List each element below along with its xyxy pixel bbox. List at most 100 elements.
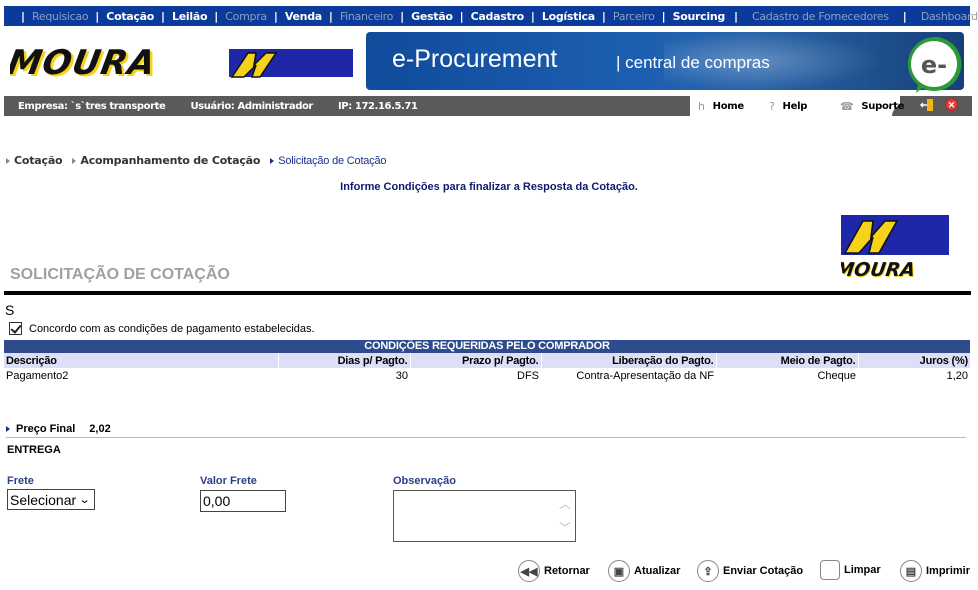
scroll-down-icon[interactable]: ﹀	[559, 519, 571, 536]
status-letter: S	[5, 302, 15, 318]
session-info: Empresa: `s`tres transporte Usuário: Adm…	[8, 96, 692, 116]
nav-separator: |	[902, 9, 907, 23]
title-divider	[4, 291, 971, 295]
valor-frete-input[interactable]: 0,00	[200, 490, 286, 512]
home-link[interactable]: h Home	[698, 96, 744, 116]
moura-logo: MOURA MOURA	[10, 45, 353, 81]
moura-wordmark: MOURA MOURA	[10, 45, 162, 81]
svg-text:MOURA: MOURA	[841, 258, 917, 279]
close-icon[interactable]: ✕	[945, 98, 958, 111]
agree-checkbox[interactable]	[9, 322, 22, 335]
agree-conditions[interactable]: Concordo com as condições de pagamento e…	[9, 322, 315, 335]
save-icon: ▣	[608, 560, 630, 582]
breadcrumb-acompanhamento[interactable]: Acompanhamento de Cotação	[72, 154, 260, 167]
breadcrumb-solicitacao[interactable]: Solicitação de Cotação	[270, 154, 387, 167]
banner-subtitle: | central de compras	[616, 53, 770, 72]
e-badge-icon: e-	[907, 36, 962, 93]
chevron-down-icon: ⌄	[78, 494, 91, 506]
final-price: Preço Final 2,02	[6, 423, 111, 435]
imprimir-label: Imprimir	[926, 565, 971, 577]
page-title: SOLICITAÇÃO DE COTAÇÃO	[10, 266, 230, 283]
retornar-label: Retornar	[544, 565, 590, 577]
nav-item-financeiro[interactable]: Financeiro	[340, 10, 393, 23]
cell-prazo: DFS	[517, 369, 539, 382]
usuario-info: Usuário: Administrador	[190, 100, 313, 112]
help-link[interactable]: ? Help	[769, 96, 807, 116]
frete-select[interactable]: Selecionar ⌄	[7, 489, 95, 510]
nav-item-gestao[interactable]: Gestão	[411, 10, 453, 23]
limpar-label: Limpar	[844, 564, 881, 576]
print-icon: ▤	[900, 560, 922, 582]
breadcrumb-cotacao[interactable]: Cotação	[6, 154, 63, 167]
logout-icon[interactable]	[920, 98, 934, 112]
scroll-up-icon[interactable]: ︿	[559, 495, 571, 512]
nav-item-cadastro[interactable]: Cadastro	[471, 10, 524, 23]
help-icon: ?	[769, 99, 775, 113]
nav-separator: |	[161, 9, 166, 23]
conditions-table: CONDIÇÕES REQUERIDAS PELO COMPRADOR Desc…	[4, 340, 970, 383]
column-header-prazo: Prazo p/ Pagto.	[410, 353, 542, 368]
info-bar: Empresa: `s`tres transporte Usuário: Adm…	[4, 96, 972, 116]
nav-item-dashboard[interactable]: Dashboard	[921, 10, 978, 23]
breadcrumb-label: Cotação	[14, 154, 63, 167]
observacao-textarea[interactable]: ︿ ﹀	[393, 490, 576, 542]
valor-frete-label: Valor Frete	[200, 475, 257, 487]
conditions-header-row: Descrição Dias p/ Pagto. Prazo p/ Pagto.…	[4, 353, 970, 368]
cell-dias: 30	[395, 369, 408, 382]
nav-separator: |	[459, 9, 464, 23]
nav-item-compra[interactable]: Compra	[225, 10, 267, 23]
chevron-right-icon	[6, 426, 10, 432]
breadcrumb-label: Acompanhamento de Cotação	[80, 154, 261, 167]
nav-item-requisicao[interactable]: Requisicao	[32, 10, 89, 23]
instruction-message: Informe Condições para finalizar a Respo…	[340, 181, 638, 193]
upload-icon: ⇪	[697, 560, 719, 582]
agree-label: Concordo com as condições de pagamento e…	[29, 322, 315, 335]
suporte-link[interactable]: ☎ Suporte	[840, 96, 904, 116]
nav-item-leilao[interactable]: Leilão	[172, 10, 208, 23]
eprocurement-banner: e-Procurement | central de compras	[366, 32, 964, 90]
nav-item-parceiro[interactable]: Parceiro	[613, 10, 655, 23]
cell-liberacao: Contra-Apresentação da NF	[576, 369, 714, 382]
nav-item-cotacao[interactable]: Cotação	[106, 10, 154, 23]
nav-item-sourcing[interactable]: Sourcing	[673, 10, 726, 23]
banner-title: e-Procurement	[392, 45, 558, 73]
cell-juros: 1,20	[946, 369, 968, 382]
top-navigation: | Requisicao | Cotação | Leilão | Compra…	[4, 6, 978, 26]
limpar-button[interactable]: Limpar	[820, 560, 881, 580]
cell-descricao: Pagamento2	[6, 369, 69, 382]
imprimir-button[interactable]: ▤ Imprimir	[900, 560, 970, 582]
suporte-link-label: Suporte	[861, 100, 905, 112]
chevron-right-icon	[72, 157, 77, 164]
atualizar-button[interactable]: ▣ Atualizar	[608, 560, 680, 582]
breadcrumb: Cotação Acompanhamento de Cotação Solici…	[6, 154, 396, 167]
chevron-right-icon	[270, 157, 275, 164]
entrega-section-title: ENTREGA	[7, 444, 61, 456]
nav-item-cadastro-fornecedores[interactable]: Cadastro de Fornecedores	[752, 10, 889, 23]
conditions-caption: CONDIÇÕES REQUERIDAS PELO COMPRADOR	[4, 340, 970, 353]
empresa-info: Empresa: `s`tres transporte	[18, 100, 166, 112]
ip-info: IP: 172.16.5.71	[337, 100, 418, 112]
observacao-label: Observação	[393, 475, 456, 487]
retornar-button[interactable]: ◀◀ Retornar	[518, 560, 590, 582]
column-header-meio: Meio de Pagto.	[716, 353, 859, 368]
help-link-label: Help	[782, 100, 808, 112]
phone-icon: ☎	[840, 99, 854, 113]
nav-separator: |	[273, 9, 278, 23]
nav-item-venda[interactable]: Venda	[285, 10, 322, 23]
nav-separator: |	[530, 9, 535, 23]
nav-separator: |	[214, 9, 219, 23]
nav-item-logistica[interactable]: Logística	[542, 10, 595, 23]
column-header-descricao: Descrição	[4, 353, 279, 368]
home-icon: h	[698, 99, 705, 113]
cell-meio: Cheque	[817, 369, 856, 382]
final-price-value: 2,02	[89, 423, 111, 435]
svg-text:e-: e-	[921, 51, 947, 79]
breadcrumb-label: Solicitação de Cotação	[278, 154, 387, 167]
nav-separator: |	[328, 9, 333, 23]
enviar-cotacao-button[interactable]: ⇪ Enviar Cotação	[697, 560, 803, 582]
nav-separator: |	[661, 9, 666, 23]
column-header-dias: Dias p/ Pagto.	[278, 353, 411, 368]
chevron-right-icon	[6, 157, 10, 164]
column-header-liberacao: Liberação do Pagto.	[541, 353, 717, 368]
frete-label: Frete	[7, 475, 34, 487]
